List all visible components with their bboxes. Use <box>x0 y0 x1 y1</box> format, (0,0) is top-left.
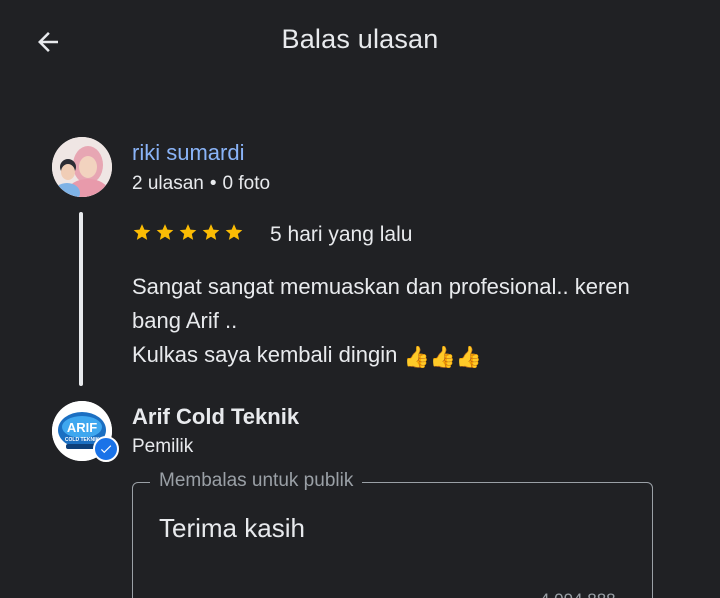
owner-role: Pemilik <box>132 436 194 457</box>
reply-input-value[interactable]: Terima kasih <box>159 513 305 544</box>
app-bar: Balas ulasan <box>0 0 720 84</box>
reply-input-label: Membalas untuk publik <box>150 470 363 492</box>
verified-badge <box>93 436 119 462</box>
verified-check-icon <box>100 445 112 454</box>
thumbs-up-emoji: 👍👍👍 <box>403 346 482 369</box>
review-count: 2 ulasan <box>132 173 204 194</box>
star-rating <box>132 222 244 242</box>
photo-count: 0 foto <box>222 173 271 194</box>
logo-text: ARIF <box>67 420 97 435</box>
review-text-line: bang Arif .. <box>132 308 238 333</box>
star-icon <box>178 222 198 242</box>
review-text-line: Sangat sangat memuaskan dan profesional.… <box>132 274 630 299</box>
reviewer-name[interactable]: riki sumardi <box>132 140 244 166</box>
review-text-line-content: Kulkas saya kembali dingin <box>132 342 398 367</box>
review-time: 5 hari yang lalu <box>270 223 413 246</box>
meta-separator: • <box>209 173 217 194</box>
thread-line <box>79 212 83 386</box>
review-text-line: Kulkas saya kembali dingin 👍👍👍 <box>132 338 702 372</box>
page-title: Balas ulasan <box>281 24 439 54</box>
reviewer-avatar[interactable] <box>52 137 112 197</box>
star-icon <box>201 222 221 242</box>
reply-review-screen: Balas ulasan riki sumardi 2 ulasan • 0 f… <box>0 0 720 598</box>
owner-name: Arif Cold Teknik <box>132 404 300 429</box>
review-text: Sangat sangat memuaskan dan profesional.… <box>132 270 702 372</box>
reviewer-meta: 2 ulasan • 0 foto <box>132 173 270 195</box>
star-icon <box>224 222 244 242</box>
reviewer-photo <box>52 137 112 197</box>
star-icon <box>132 222 152 242</box>
character-counter: 4,094,888 <box>540 590 616 598</box>
star-icon <box>155 222 175 242</box>
